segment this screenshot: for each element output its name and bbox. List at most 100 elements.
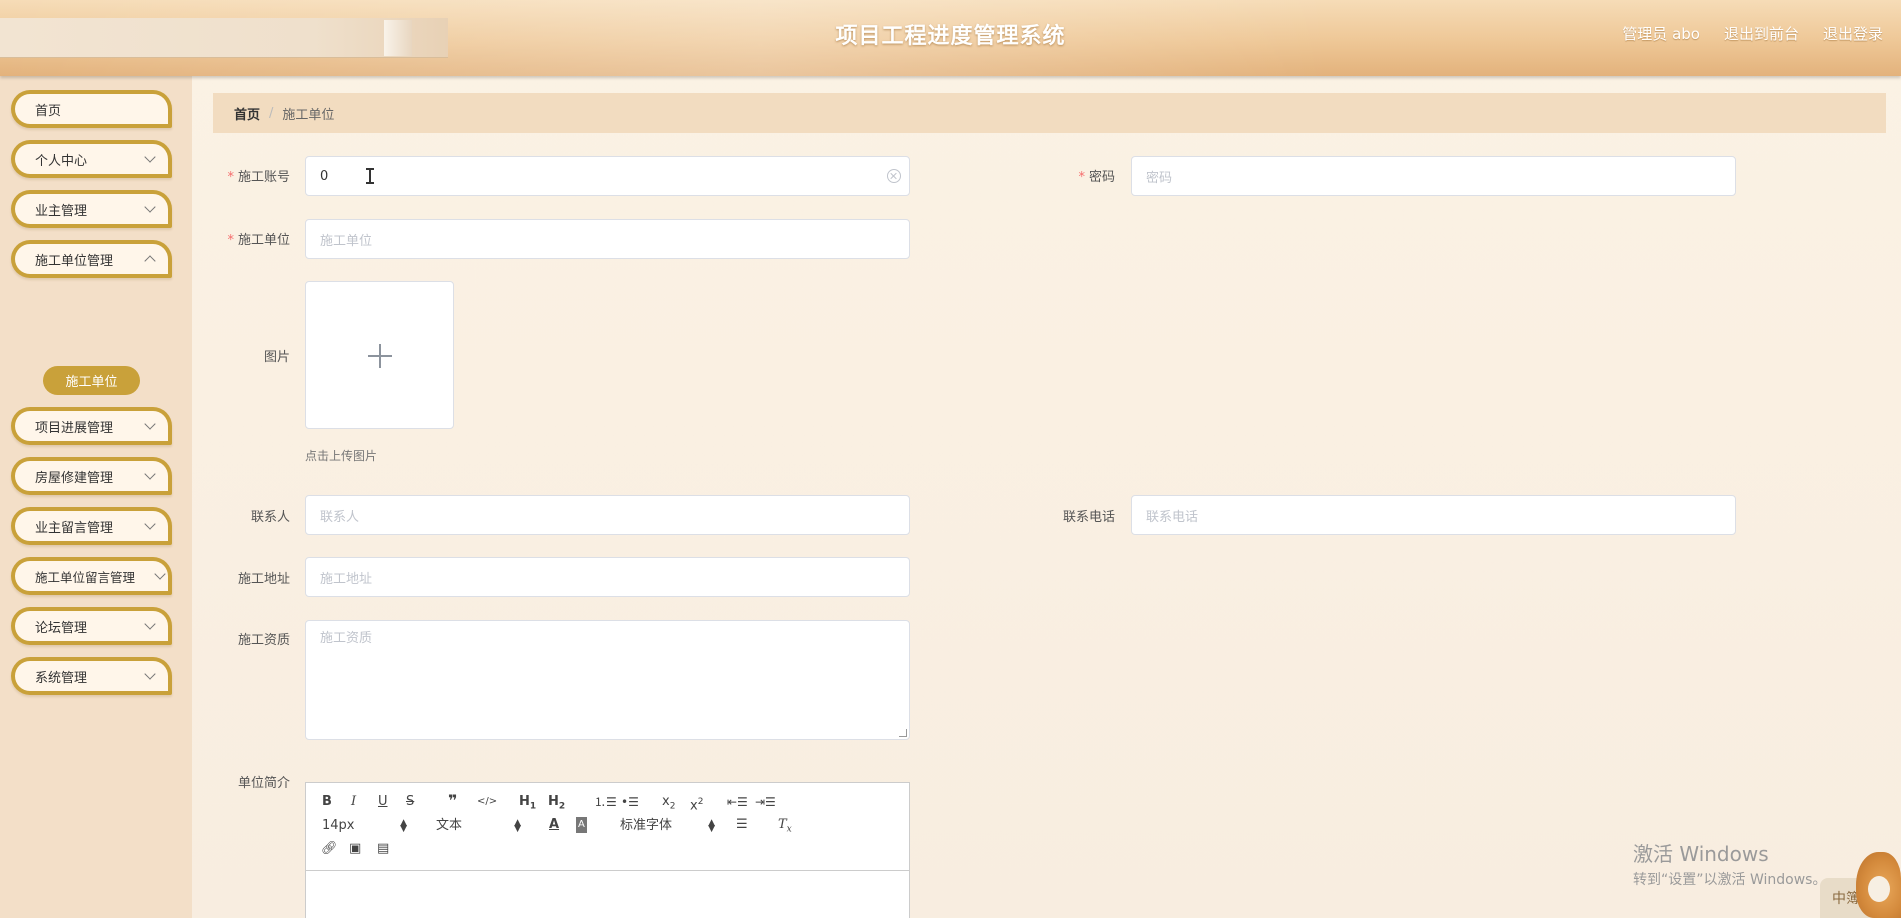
rich-text-editor: B I U S ❞ </> H1 H2 ⒈☰ •☰ x2 x2 ⇤☰ ⇥☰ 14… (305, 782, 910, 918)
intro-label: 单位简介 (237, 776, 290, 791)
chevron-down-icon (144, 201, 156, 213)
sidebar-item-label: 业主管理 (35, 203, 88, 219)
sidebar-item-progress-management[interactable]: 项目进展管理 (11, 407, 172, 445)
sidebar-item-label: 项目进展管理 (35, 420, 114, 436)
dog-mascot-icon (1856, 852, 1901, 918)
bullet-list-icon[interactable]: •☰ (621, 794, 639, 810)
password-label: * 密码 (1078, 170, 1115, 185)
font-size-select[interactable]: 14px ▲ ▼ (322, 818, 407, 834)
windows-activation-watermark: 激活 Windows 转到“设置”以激活 Windows。 (1633, 842, 1827, 888)
breadcrumb-home[interactable]: 首页 (234, 104, 260, 123)
admin-user-link[interactable]: 管理员 abo (1622, 23, 1700, 44)
logout-link[interactable]: 退出登录 (1823, 23, 1883, 44)
sidebar-item-house-building-management[interactable]: 房屋修建管理 (11, 457, 172, 495)
header-links: 管理员 abo 退出到前台 退出登录 (1622, 23, 1883, 44)
unit-input[interactable]: 施工单位 (305, 219, 910, 259)
phone-placeholder: 联系电话 (1146, 509, 1199, 525)
outdent-icon[interactable]: ⇤☰ (727, 794, 748, 810)
chevron-down-icon (144, 618, 156, 630)
select-arrows-icon: ▲ ▼ (400, 818, 407, 834)
sidebar-item-owner-messages[interactable]: 业主留言管理 (11, 507, 172, 545)
chevron-down-icon (144, 468, 156, 480)
superscript-button[interactable]: x2 (690, 794, 703, 814)
sidebar-item-label: 系统管理 (35, 670, 88, 686)
top-header: 项目工程进度管理系统 管理员 abo 退出到前台 退出登录 (0, 0, 1901, 76)
font-family-select[interactable]: 标准字体 ▲ ▼ (620, 818, 715, 834)
font-color-icon[interactable]: A (549, 817, 559, 833)
breadcrumb: 首页 / 施工单位 (213, 93, 1886, 133)
system-title: 项目工程进度管理系统 (835, 24, 1066, 49)
chevron-down-icon (144, 418, 156, 430)
image-label: 图片 (263, 350, 290, 365)
align-icon[interactable]: ☰ (736, 817, 748, 833)
sidebar-item-owner-management[interactable]: 业主管理 (11, 190, 172, 228)
image-icon[interactable]: ▣ (349, 841, 361, 857)
sidebar-item-forum-management[interactable]: 论坛管理 (11, 607, 172, 645)
video-icon[interactable]: ▤ (377, 841, 389, 857)
back-to-frontend-link[interactable]: 退出到前台 (1724, 23, 1799, 44)
sidebar: 首页 个人中心 业主管理 施工单位管理 施工单位 项目进展管理 房屋修建管理 业… (0, 76, 192, 918)
unit-label: * 施工单位 (227, 233, 290, 248)
contact-placeholder: 联系人 (320, 509, 360, 525)
qualification-textarea[interactable]: 施工资质 (305, 620, 910, 740)
sidebar-item-system-management[interactable]: 系统管理 (11, 657, 172, 695)
subscript-button[interactable]: x2 (662, 794, 675, 815)
breadcrumb-current: 施工单位 (282, 107, 335, 123)
account-input[interactable]: 0 (305, 156, 910, 196)
contact-label: 联系人 (250, 510, 290, 525)
ordered-list-icon[interactable]: ⒈☰ (594, 794, 617, 810)
main-content: 首页 / 施工单位 * 施工账号 0 * 密码 密码 * 施工单位 施工单位 图片 点… (192, 76, 1901, 918)
unit-placeholder: 施工单位 (320, 233, 373, 249)
address-label: 施工地址 (237, 572, 290, 587)
upload-tip: 点击上传图片 (305, 449, 378, 463)
heading2-button[interactable]: H2 (548, 794, 565, 815)
address-placeholder: 施工地址 (320, 571, 373, 587)
chevron-up-icon (144, 255, 156, 267)
resize-handle-icon[interactable] (899, 729, 907, 737)
password-placeholder: 密码 (1146, 170, 1173, 186)
account-label: * 施工账号 (227, 170, 290, 185)
phone-label: 联系电话 (1062, 510, 1115, 525)
chevron-down-icon (144, 518, 156, 530)
phone-input[interactable]: 联系电话 (1131, 495, 1736, 535)
background-color-icon[interactable]: A (576, 817, 587, 833)
editor-toolbar: B I U S ❞ </> H1 H2 ⒈☰ •☰ x2 x2 ⇤☰ ⇥☰ 14… (306, 783, 909, 871)
clear-icon[interactable] (887, 169, 901, 183)
select-arrows-icon: ▲ ▼ (708, 818, 715, 834)
link-icon[interactable]: 🔗︎ (321, 841, 338, 857)
heading1-button[interactable]: H1 (519, 794, 536, 815)
sidebar-item-label: 论坛管理 (35, 620, 88, 636)
strike-button[interactable]: S (406, 794, 414, 810)
paragraph-select[interactable]: 文本 ▲ ▼ (436, 818, 521, 834)
text-cursor-icon (366, 167, 374, 185)
sidebar-item-contractor-management[interactable]: 施工单位管理 (11, 240, 172, 278)
sidebar-item-label: 个人中心 (35, 153, 88, 169)
sidebar-item-label: 房屋修建管理 (35, 470, 114, 486)
code-icon[interactable]: </> (477, 794, 497, 810)
sidebar-item-label: 施工单位管理 (35, 253, 114, 269)
bold-button[interactable]: B (322, 794, 332, 810)
underline-button[interactable]: U (378, 794, 388, 810)
clear-format-icon[interactable]: Tx (778, 817, 792, 838)
sidebar-item-home[interactable]: 首页 (11, 90, 172, 128)
breadcrumb-separator: / (269, 105, 274, 121)
sidebar-item-label: 业主留言管理 (35, 520, 114, 536)
blockquote-icon[interactable]: ❞ (448, 793, 457, 809)
sidebar-item-label: 施工单位留言管理 (35, 569, 136, 585)
chevron-down-icon (144, 668, 156, 680)
qualification-label: 施工资质 (237, 633, 290, 648)
sidebar-item-personal-center[interactable]: 个人中心 (11, 140, 172, 178)
contact-input[interactable]: 联系人 (305, 495, 910, 535)
address-input[interactable]: 施工地址 (305, 557, 910, 597)
indent-icon[interactable]: ⇥☰ (755, 794, 776, 810)
chevron-down-icon (154, 568, 166, 580)
italic-button[interactable]: I (351, 794, 356, 810)
sidebar-item-label: 首页 (35, 103, 62, 119)
select-arrows-icon: ▲ ▼ (514, 818, 521, 834)
account-input-value: 0 (320, 168, 329, 184)
image-upload-button[interactable] (305, 281, 454, 429)
submenu-item-contractor[interactable]: 施工单位 (43, 366, 140, 395)
sidebar-item-contractor-messages[interactable]: 施工单位留言管理 (11, 557, 172, 595)
qualification-placeholder: 施工资质 (320, 631, 373, 646)
password-input[interactable]: 密码 (1131, 156, 1736, 196)
